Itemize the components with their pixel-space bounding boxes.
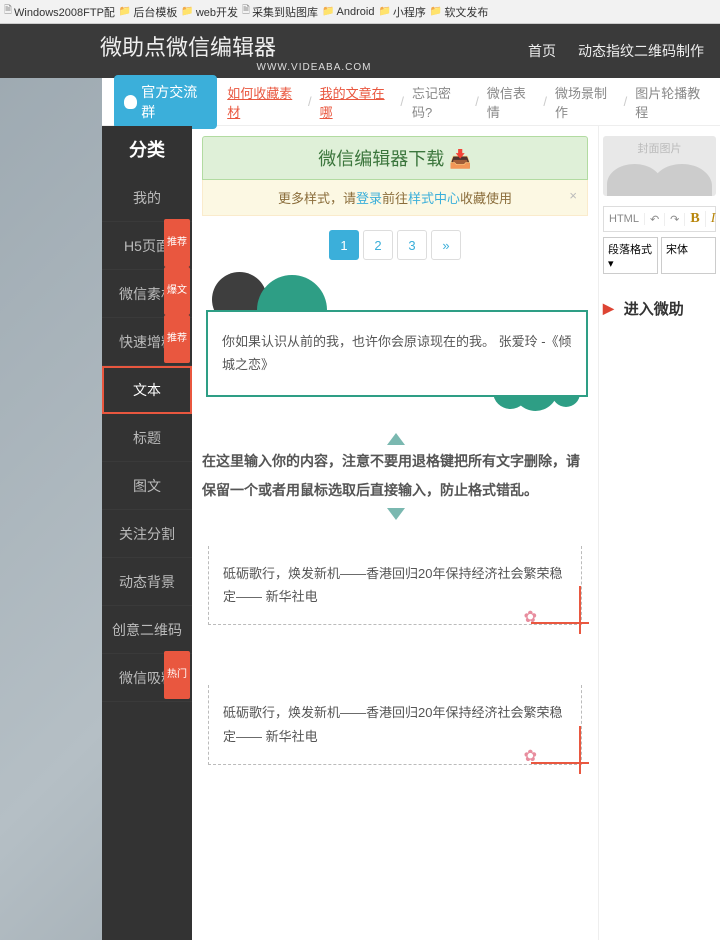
template-dashed-box[interactable]: 砥砺歌行，焕发新机——香港回归20年保持经济社会繁荣稳定—— 新华社电 ✿ bbox=[208, 685, 582, 765]
login-link[interactable]: 登录 bbox=[356, 191, 382, 206]
link-collect[interactable]: 如何收藏素材 bbox=[227, 83, 300, 121]
header-nav: 首页 动态指纹二维码制作 bbox=[528, 41, 720, 61]
style-center-link[interactable]: 样式中心 bbox=[408, 191, 460, 206]
file-icon: 🗎 bbox=[4, 3, 12, 20]
undo-icon[interactable]: ↶ bbox=[645, 213, 665, 226]
bookmark-item[interactable]: 📁web开发 bbox=[181, 4, 238, 20]
zhihu-icon: 知 bbox=[599, 902, 615, 926]
sidebar-item-title[interactable]: 标题 bbox=[102, 414, 192, 462]
qq-group-button[interactable]: 官方交流群 bbox=[114, 75, 217, 129]
nav-qrcode[interactable]: 动态指纹二维码制作 bbox=[578, 41, 704, 61]
page-2[interactable]: 2 bbox=[363, 230, 393, 260]
editor-content[interactable]: ▶ 进入微助 bbox=[603, 298, 716, 319]
bookmark-item[interactable]: 📁后台模板 bbox=[119, 4, 177, 20]
folder-icon: 📁 bbox=[430, 6, 442, 17]
decor-line bbox=[579, 586, 581, 634]
logo-title: 微助点微信编辑器 bbox=[100, 30, 528, 62]
cover-image-placeholder[interactable]: 封面图片 bbox=[603, 136, 716, 196]
flower-icon: ✿ bbox=[524, 743, 537, 772]
link-my-articles[interactable]: 我的文章在哪 bbox=[320, 83, 393, 121]
page-next[interactable]: » bbox=[431, 230, 461, 260]
download-banner[interactable]: 微信编辑器下载 📥 bbox=[202, 136, 588, 180]
html-button[interactable]: HTML bbox=[604, 213, 645, 225]
bookmarks-bar: 🗎Windows2008FTP配 📁后台模板 📁web开发 🗎采集到贴图库 📁A… bbox=[0, 0, 720, 24]
template-text: 你如果认识从前的我，也许你会原谅现在的我。 张爱玲 -《倾城之恋》 bbox=[206, 310, 588, 397]
folder-icon: 📁 bbox=[119, 6, 131, 17]
font-select[interactable]: 宋体 bbox=[661, 237, 716, 274]
category-header: 分类 bbox=[102, 126, 192, 174]
sidebar-item-fans[interactable]: 推荐快速增粉 bbox=[102, 318, 192, 366]
flower-icon: ✿ bbox=[524, 604, 537, 633]
sidebar-item-image-text[interactable]: 图文 bbox=[102, 462, 192, 510]
sidebar-item-wechat-material[interactable]: 爆文微信素材 bbox=[102, 270, 192, 318]
bookmark-item[interactable]: 📁小程序 bbox=[378, 4, 425, 20]
paragraph-format-select[interactable]: 段落格式 ▾ bbox=[603, 237, 658, 274]
template-list: 微信编辑器下载 📥 更多样式，请登录前往样式中心收藏使用 × 1 2 3 » bbox=[192, 126, 598, 940]
bookmark-item[interactable]: 🗎Windows2008FTP配 bbox=[4, 3, 115, 20]
sidebar-item-creative-qr[interactable]: 创意二维码 bbox=[102, 606, 192, 654]
template-triangle-text[interactable]: 在这里输入你的内容，注意不要用退格键把所有文字删除，请保留一个或者用鼠标选取后直… bbox=[202, 447, 588, 506]
editor-panel: 封面图片 HTML ↶ ↷ B I 段落格式 ▾ 宋体 bbox=[598, 126, 720, 940]
decor-line bbox=[531, 622, 589, 624]
logo-subtitle: WWW.VIDEABA.COM bbox=[100, 62, 528, 73]
category-sidebar: 分类 我的 推荐H5页面 爆文微信素材 推荐快速增粉 文本 标题 图文 关注分割… bbox=[102, 126, 192, 940]
template-dashed-box[interactable]: 砥砺歌行，焕发新机——香港回归20年保持经济社会繁荣稳定—— 新华社电 ✿ bbox=[208, 546, 582, 626]
topbar: 官方交流群 如何收藏素材 / 我的文章在哪 / 忘记密码? / 微信表情 / 微… bbox=[102, 78, 720, 126]
link-wechat-emoji[interactable]: 微信表情 bbox=[487, 83, 536, 121]
file-icon: 🗎 bbox=[242, 3, 250, 20]
top-links: 如何收藏素材 / 我的文章在哪 / 忘记密码? / 微信表情 / 微场景制作 /… bbox=[227, 83, 708, 121]
decor-line bbox=[579, 726, 581, 774]
sidebar-item-text[interactable]: 文本 bbox=[102, 366, 192, 414]
decor-line bbox=[531, 762, 589, 764]
template-quote-box[interactable]: 你如果认识从前的我，也许你会原谅现在的我。 张爱玲 -《倾城之恋》 bbox=[202, 280, 588, 397]
triangle-down-icon bbox=[387, 508, 405, 520]
page-1[interactable]: 1 bbox=[329, 230, 359, 260]
close-icon[interactable]: × bbox=[569, 188, 577, 203]
bold-button[interactable]: B bbox=[685, 211, 705, 227]
nav-home[interactable]: 首页 bbox=[528, 41, 556, 61]
more-styles-banner: 更多样式，请登录前往样式中心收藏使用 × bbox=[202, 180, 588, 216]
triangle-up-icon bbox=[387, 433, 405, 445]
link-forgot-password[interactable]: 忘记密码? bbox=[412, 83, 467, 121]
sidebar-item-h5[interactable]: 推荐H5页面 bbox=[102, 222, 192, 270]
editor-toolbar: HTML ↶ ↷ B I bbox=[603, 206, 716, 232]
logo[interactable]: 微助点微信编辑器 WWW.VIDEABA.COM bbox=[100, 30, 528, 73]
sidebar-item-wechat-fans[interactable]: 热门微信吸粉 bbox=[102, 654, 192, 702]
bookmark-item[interactable]: 📁Android bbox=[322, 6, 374, 18]
folder-icon: 📁 bbox=[378, 6, 390, 17]
bullet-icon: ▶ bbox=[603, 300, 614, 317]
qq-icon bbox=[124, 95, 137, 109]
main-container: 官方交流群 如何收藏素材 / 我的文章在哪 / 忘记密码? / 微信表情 / 微… bbox=[102, 78, 720, 940]
pagination: 1 2 3 » bbox=[202, 230, 588, 260]
site-header: 微助点微信编辑器 WWW.VIDEABA.COM 首页 动态指纹二维码制作 bbox=[0, 24, 720, 78]
bookmark-item[interactable]: 📁软文发布 bbox=[430, 4, 488, 20]
page-3[interactable]: 3 bbox=[397, 230, 427, 260]
bookmark-item[interactable]: 🗎采集到贴图库 bbox=[242, 3, 318, 20]
folder-icon: 📁 bbox=[181, 6, 193, 17]
folder-icon: 📁 bbox=[322, 6, 334, 17]
sidebar-item-dynamic-bg[interactable]: 动态背景 bbox=[102, 558, 192, 606]
italic-button[interactable]: I bbox=[706, 211, 720, 227]
link-scene[interactable]: 微场景制作 bbox=[555, 83, 616, 121]
watermark: 知 知乎 @weier bbox=[599, 902, 706, 926]
redo-icon[interactable]: ↷ bbox=[665, 213, 685, 226]
link-carousel[interactable]: 图片轮播教程 bbox=[635, 83, 708, 121]
sidebar-item-mine[interactable]: 我的 bbox=[102, 174, 192, 222]
sidebar-item-follow-divider[interactable]: 关注分割 bbox=[102, 510, 192, 558]
